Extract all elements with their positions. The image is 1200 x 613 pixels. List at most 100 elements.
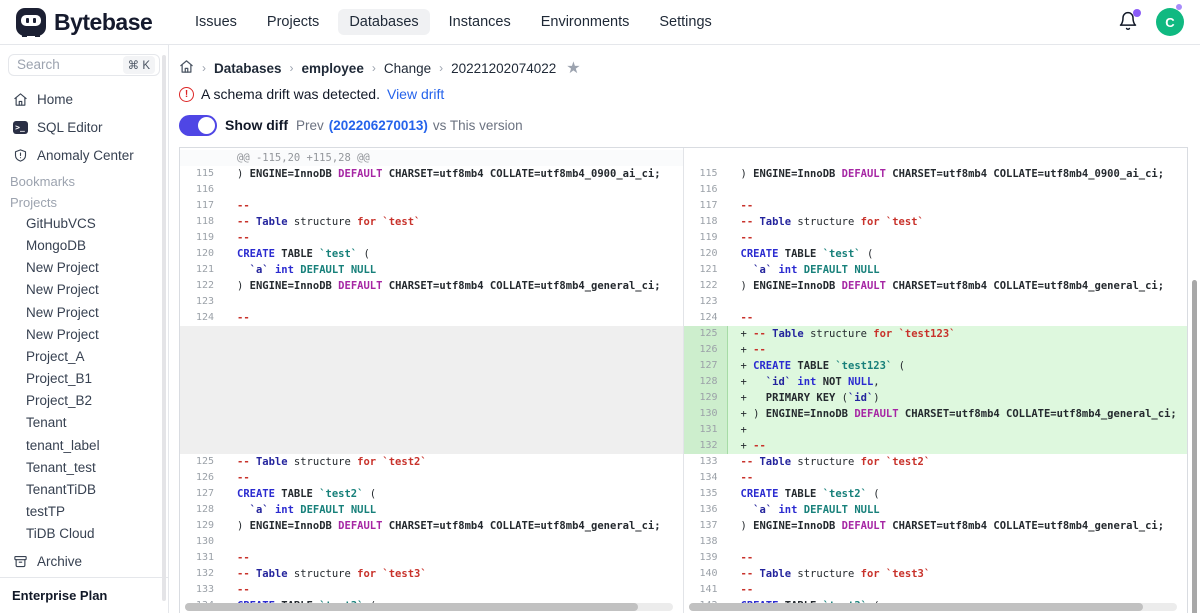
diff-row: @@ -115,20 +115,28 @@ [180, 150, 683, 166]
line-number: 138 [684, 534, 728, 550]
diff-row: 116 [180, 182, 683, 198]
diff-row: 125-- Table structure for `test2` [180, 454, 683, 470]
sidebar-item-home[interactable]: Home [8, 86, 160, 114]
nav-item-issues[interactable]: Issues [184, 9, 248, 35]
code-line: CREATE TABLE `test2` ( [728, 486, 1188, 502]
left-horizontal-scrollbar[interactable] [185, 603, 673, 611]
prev-version-link[interactable]: (202206270013) [329, 118, 428, 133]
view-drift-link[interactable]: View drift [387, 86, 444, 102]
line-number: 118 [684, 214, 728, 230]
line-number: 120 [180, 246, 224, 262]
diff-row-filler [180, 390, 683, 406]
nav-item-instances[interactable]: Instances [438, 9, 522, 35]
line-number: 128 [180, 502, 224, 518]
code-line [224, 294, 683, 310]
code-line: -- Table structure for `test` [224, 214, 683, 230]
breadcrumb-change[interactable]: Change [384, 61, 431, 76]
diff-row: 118-- Table structure for `test` [684, 214, 1188, 230]
code-line: -- Table structure for `test` [728, 214, 1188, 230]
diff-row: 136 `a` int DEFAULT NULL [684, 502, 1188, 518]
show-diff-toggle[interactable] [179, 115, 217, 136]
sidebar-project-project-a[interactable]: Project_A [8, 345, 160, 367]
page-vertical-scrollbar[interactable] [1192, 280, 1197, 613]
line-number [180, 150, 224, 166]
sidebar-project-tenant-label[interactable]: tenant_label [8, 434, 160, 456]
brand[interactable]: Bytebase [16, 8, 174, 36]
diff-row: 134-- [684, 470, 1188, 486]
line-number: 117 [684, 198, 728, 214]
code-line: `a` int DEFAULT NULL [728, 502, 1188, 518]
sql-editor-icon: >_ [12, 120, 28, 136]
sidebar-item-anomaly-center[interactable]: Anomaly Center [8, 142, 160, 170]
nav-item-settings[interactable]: Settings [648, 9, 722, 35]
scrollbar-thumb[interactable] [185, 603, 638, 611]
sidebar-project-project-b2[interactable]: Project_B2 [8, 390, 160, 412]
code-line: + [728, 422, 1188, 438]
search-input[interactable] [17, 57, 103, 72]
archive-icon [12, 553, 28, 569]
notifications-bell-icon[interactable] [1118, 11, 1140, 33]
line-number [180, 342, 224, 358]
diff-pane-right[interactable]: 115 ) ENGINE=InnoDB DEFAULT CHARSET=utf8m… [684, 148, 1188, 613]
code-line: -- [224, 198, 683, 214]
sidebar-project-testtp[interactable]: testTP [8, 501, 160, 523]
sidebar-project-project-b1[interactable]: Project_B1 [8, 368, 160, 390]
code-line: -- [224, 550, 683, 566]
breadcrumb-employee[interactable]: employee [302, 61, 364, 76]
sidebar-item-archive[interactable]: Archive [8, 545, 160, 577]
code-line: -- Table structure for `test2` [224, 454, 683, 470]
diff-row-added: 126+ -- [684, 342, 1188, 358]
sidebar-project-new-project[interactable]: New Project [8, 257, 160, 279]
diff-row: 121 `a` int DEFAULT NULL [684, 262, 1188, 278]
line-number: 116 [180, 182, 224, 198]
line-number [180, 326, 224, 342]
line-number: 133 [180, 582, 224, 598]
code-line: -- [728, 582, 1188, 598]
search-box[interactable]: ⌘ K [8, 54, 160, 76]
sidebar-project-tenanttidb[interactable]: TenantTiDB [8, 478, 160, 500]
code-line: ) ENGINE=InnoDB DEFAULT CHARSET=utf8mb4 … [224, 166, 683, 182]
line-number: 139 [684, 550, 728, 566]
vs-label: vs This version [433, 118, 523, 133]
code-line: ) ENGINE=InnoDB DEFAULT CHARSET=utf8mb4 … [224, 278, 683, 294]
sidebar-item-sql-editor[interactable]: >_SQL Editor [8, 114, 160, 142]
breadcrumb-databases[interactable]: Databases [214, 61, 282, 76]
diff-pane-left[interactable]: @@ -115,20 +115,28 @@115) ENGINE=InnoDB … [180, 148, 684, 613]
diff-row: 123 [684, 294, 1188, 310]
code-line: -- [728, 310, 1188, 326]
archive-label: Archive [37, 554, 82, 569]
diff-row: 122) ENGINE=InnoDB DEFAULT CHARSET=utf8m… [684, 278, 1188, 294]
sidebar-section-projects: Projects [8, 193, 160, 212]
diff-row: 140-- Table structure for `test3` [684, 566, 1188, 582]
sidebar-project-new-project[interactable]: New Project [8, 301, 160, 323]
nav-item-databases[interactable]: Databases [338, 9, 429, 35]
home-icon[interactable] [179, 59, 194, 77]
code-line: ) ENGINE=InnoDB DEFAULT CHARSET=utf8mb4 … [728, 278, 1188, 294]
scrollbar-thumb[interactable] [689, 603, 1143, 611]
sidebar-project-tenant[interactable]: Tenant [8, 412, 160, 434]
code-line [224, 358, 683, 374]
avatar[interactable]: C [1156, 8, 1184, 36]
drift-message: A schema drift was detected. [201, 86, 380, 102]
sidebar-scrollbar[interactable] [162, 55, 166, 601]
line-number: 131 [684, 422, 728, 438]
nav-item-projects[interactable]: Projects [256, 9, 330, 35]
topbar: Bytebase Issues Projects Databases Instance… [0, 0, 1200, 45]
code-line: -- [728, 230, 1188, 246]
breadcrumb-separator: › [439, 61, 443, 75]
sidebar-project-new-project[interactable]: New Project [8, 323, 160, 345]
right-horizontal-scrollbar[interactable] [689, 603, 1178, 611]
sidebar-project-githubvcs[interactable]: GitHubVCS [8, 212, 160, 234]
diff-row: 122) ENGINE=InnoDB DEFAULT CHARSET=utf8m… [180, 278, 683, 294]
avatar-notification-dot [1176, 4, 1182, 10]
nav-item-environments[interactable]: Environments [530, 9, 641, 35]
favorite-star-icon[interactable]: ★ [566, 58, 580, 78]
code-line: + -- Table structure for `test123` [728, 326, 1188, 342]
diff-row: 132-- Table structure for `test3` [180, 566, 683, 582]
sidebar-project-mongodb[interactable]: MongoDB [8, 234, 160, 256]
sidebar-project-tenant-test[interactable]: Tenant_test [8, 456, 160, 478]
line-number: 122 [180, 278, 224, 294]
sidebar-project-new-project[interactable]: New Project [8, 279, 160, 301]
sidebar-project-tidb-cloud[interactable]: TiDB Cloud [8, 523, 160, 545]
line-number: 115 [684, 166, 728, 182]
